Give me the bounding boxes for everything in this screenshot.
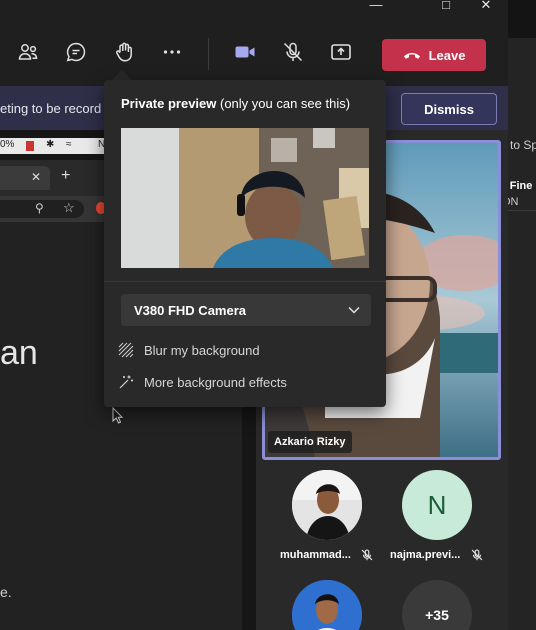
effects-icon: [119, 375, 133, 389]
zoom-icon: ⚲: [35, 201, 44, 215]
leave-button[interactable]: Leave: [382, 39, 486, 71]
share-icon[interactable]: [329, 40, 353, 64]
mic-off-icon: [361, 549, 373, 561]
title-bar: — □ ✕: [0, 0, 508, 14]
minimize-icon[interactable]: —: [358, 0, 394, 14]
wifi-icon: ≈: [66, 139, 72, 150]
participant-name: najma.previ...: [390, 549, 461, 561]
blur-icon: [118, 342, 134, 358]
more-effects-option[interactable]: More background effects: [118, 372, 287, 392]
chat-icon[interactable]: [64, 40, 88, 64]
camera-icon[interactable]: [233, 40, 257, 64]
blur-background-option[interactable]: Blur my background: [118, 340, 260, 360]
avatar-initial: N: [427, 489, 447, 520]
meeting-toolbar: Leave: [0, 14, 508, 86]
new-tab-icon: +: [61, 167, 71, 184]
participant-avatar[interactable]: [292, 470, 362, 540]
shared-body-text: e.: [0, 584, 12, 600]
tab-close-icon: ✕: [31, 170, 42, 184]
battery-icon: [26, 141, 34, 151]
participant-photo: [292, 470, 362, 540]
participant-name: muhammad...: [280, 549, 351, 561]
camera-select-value: V380 FHD Camera: [134, 302, 246, 318]
leave-label: Leave: [428, 47, 466, 63]
close-icon[interactable]: ✕: [468, 0, 504, 14]
phone-hangup-icon: [403, 53, 420, 59]
shared-browser-tab: [0, 166, 50, 190]
raise-hand-icon[interactable]: [112, 40, 136, 64]
shared-heading-text: an: [0, 334, 38, 372]
self-camera-frame: [121, 128, 369, 268]
preview-title: Private preview (only you can see this): [121, 96, 351, 111]
maximize-icon[interactable]: □: [428, 0, 464, 14]
camera-select[interactable]: V380 FHD Camera: [121, 294, 371, 326]
mic-off-icon: [471, 549, 483, 561]
right-panel-divider: [504, 210, 536, 211]
preview-divider: [104, 281, 386, 282]
toolbar-separator: [208, 38, 209, 70]
right-panel-edge: [508, 0, 536, 630]
star-icon: ☆: [63, 200, 75, 215]
blur-background-label: Blur my background: [144, 342, 260, 358]
preview-video: [121, 128, 369, 268]
participant-avatar-initial[interactable]: N: [402, 470, 472, 540]
right-panel-text: to Sp: [510, 138, 536, 152]
mouse-cursor-icon: [112, 407, 124, 424]
shared-status-bar: 0% ✱ ≈ N: [0, 138, 106, 154]
more-icon[interactable]: [160, 40, 184, 64]
chevron-down-icon: [348, 306, 360, 314]
people-icon[interactable]: [16, 40, 40, 64]
more-effects-label: More background effects: [144, 374, 287, 390]
spotlight-name-tag: Azkario Rizky: [268, 431, 352, 453]
recording-banner-text: eting to be record: [0, 101, 102, 116]
dismiss-button[interactable]: Dismiss: [401, 93, 497, 125]
battery-percent: 0%: [0, 139, 15, 150]
more-participants-count: +35: [425, 607, 449, 623]
mic-off-icon[interactable]: [281, 40, 305, 64]
teams-meeting-window: — □ ✕ Leave to Sp o Fine ON eting to be …: [0, 0, 536, 630]
bluetooth-icon: ✱: [46, 139, 55, 150]
